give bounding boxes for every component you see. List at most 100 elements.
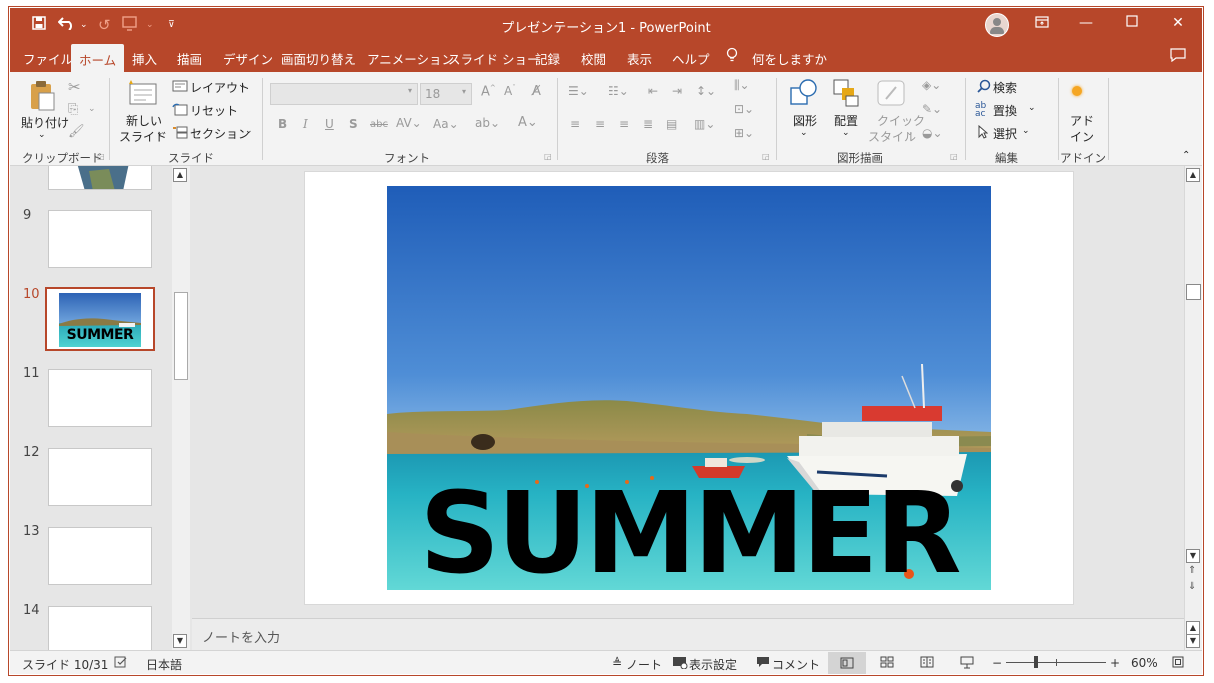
paste-icon[interactable]: [28, 79, 56, 114]
zoom-level[interactable]: 60%: [1131, 656, 1158, 670]
copy-icon[interactable]: ⎘: [68, 102, 78, 117]
find-button[interactable]: 検索: [993, 79, 1017, 96]
scroll-thumb[interactable]: [1186, 284, 1201, 300]
align-center-icon[interactable]: ≡: [595, 117, 605, 131]
slide-thumbnail[interactable]: [48, 166, 152, 190]
slide-thumbnail[interactable]: [48, 606, 152, 650]
addins-icon[interactable]: [1072, 86, 1082, 96]
tab-insert[interactable]: 挿入: [132, 49, 157, 68]
slide-thumbnail[interactable]: [48, 527, 152, 585]
previous-slide-icon[interactable]: ⇑: [1188, 566, 1196, 576]
scroll-down-icon[interactable]: ▼: [173, 634, 187, 648]
comments-button[interactable]: コメント: [772, 656, 820, 673]
comment-icon[interactable]: [1170, 48, 1186, 65]
smartart-icon[interactable]: ⊞⌄: [734, 126, 754, 140]
display-settings-icon[interactable]: [672, 656, 688, 672]
cut-icon[interactable]: ✂: [68, 78, 81, 96]
shape-fill-icon[interactable]: ◈⌄: [922, 78, 941, 92]
tab-review[interactable]: 校閲: [581, 49, 606, 68]
slide-thumbnail[interactable]: [48, 210, 152, 268]
bullets-icon[interactable]: ☰⌄: [568, 84, 589, 98]
increase-font-size-icon[interactable]: A^: [481, 84, 496, 99]
avatar[interactable]: [985, 13, 1009, 37]
align-text-icon[interactable]: ⊡⌄: [734, 102, 754, 116]
decrease-font-size-icon[interactable]: Aˇ: [504, 84, 516, 98]
slideshow-icon[interactable]: [960, 656, 974, 672]
slide-photo[interactable]: SUMMER: [387, 186, 991, 590]
notes-button[interactable]: ノート: [626, 656, 662, 673]
reading-view-icon[interactable]: [920, 656, 934, 671]
zoom-slider-thumb[interactable]: [1034, 656, 1038, 668]
reset-button[interactable]: リセット: [190, 102, 238, 119]
minimize-icon[interactable]: —: [1076, 15, 1096, 35]
slide-thumbnail-selected[interactable]: SUMMER: [45, 287, 155, 351]
slide-thumbnail[interactable]: [48, 448, 152, 506]
decrease-indent-icon[interactable]: ⇤: [648, 84, 658, 98]
normal-view-button[interactable]: [828, 652, 866, 674]
character-spacing-icon[interactable]: AV⌄: [396, 116, 422, 130]
slide-headline[interactable]: SUMMER: [387, 478, 991, 590]
tab-slideshow[interactable]: スライド ショー: [448, 49, 539, 68]
tell-me-box[interactable]: 何をしますか: [752, 49, 827, 68]
replace-dropdown-icon[interactable]: ⌄: [1028, 103, 1036, 113]
distributed-icon[interactable]: ▤: [666, 117, 677, 131]
align-right-icon[interactable]: ≡: [619, 117, 629, 131]
paragraph-launcher-icon[interactable]: ◲: [762, 152, 770, 161]
comments-icon[interactable]: [756, 656, 770, 671]
replace-icon[interactable]: ab ac: [975, 102, 986, 119]
section-icon[interactable]: [172, 126, 188, 142]
format-painter-icon[interactable]: 🖌: [68, 124, 85, 139]
section-dropdown-icon[interactable]: ⌄: [245, 126, 253, 136]
slide-thumbnail[interactable]: [48, 369, 152, 427]
scroll-thumb[interactable]: [174, 292, 188, 380]
slide-scrollbar[interactable]: ▲ ▼ ⇑ ⇓ ▲ ▼: [1184, 166, 1202, 650]
font-family-combo[interactable]: [270, 83, 418, 105]
next-slide-icon[interactable]: ⇓: [1188, 582, 1196, 592]
paste-dropdown-icon[interactable]: ⌄: [38, 130, 46, 140]
strikethrough-icon[interactable]: abc: [370, 119, 388, 130]
notes-icon[interactable]: ≜: [612, 656, 622, 670]
paste-button[interactable]: 貼り付け: [21, 114, 69, 131]
tab-help[interactable]: ヘルプ: [672, 49, 710, 68]
search-icon[interactable]: [977, 79, 991, 96]
font-color-icon[interactable]: A⌄: [518, 115, 538, 130]
tab-record[interactable]: 記録: [535, 49, 560, 68]
line-spacing-icon[interactable]: ↕⌄: [696, 84, 716, 98]
scroll-up-icon[interactable]: ▲: [173, 168, 187, 182]
change-case-icon[interactable]: Aa⌄: [433, 117, 459, 131]
select-cursor-icon[interactable]: [978, 124, 989, 142]
tab-home[interactable]: ホーム: [71, 44, 125, 72]
numbering-icon[interactable]: ☷⌄: [608, 84, 629, 98]
text-direction-icon[interactable]: ⫼⌄: [734, 78, 750, 93]
clear-formatting-icon[interactable]: A̸: [532, 84, 541, 99]
quick-styles-label-1[interactable]: クイック: [877, 112, 925, 129]
notes-scroll-up-icon[interactable]: ▲: [1186, 621, 1200, 635]
increase-indent-icon[interactable]: ⇥: [672, 84, 682, 98]
addins-label-1[interactable]: アド: [1070, 112, 1094, 129]
font-size-combo[interactable]: 18 ▾: [420, 83, 472, 105]
shape-effects-icon[interactable]: ◒⌄: [922, 126, 943, 140]
tab-transitions[interactable]: 画面切り替え: [281, 49, 356, 68]
zoom-out-icon[interactable]: −: [992, 656, 1002, 670]
maximize-icon[interactable]: [1122, 15, 1142, 35]
quick-styles-dropdown-icon[interactable]: ⌄: [906, 128, 914, 138]
shape-outline-icon[interactable]: ✎⌄: [922, 102, 942, 116]
columns-icon[interactable]: ▥⌄: [694, 117, 715, 131]
spellcheck-icon[interactable]: [114, 656, 128, 671]
section-button[interactable]: セクション: [190, 125, 250, 142]
shapes-dropdown-icon[interactable]: ⌄: [800, 128, 808, 138]
scroll-up-icon[interactable]: ▲: [1186, 168, 1200, 182]
zoom-in-icon[interactable]: +: [1110, 656, 1120, 670]
reset-icon[interactable]: [172, 103, 188, 119]
tab-file[interactable]: ファイル: [23, 49, 73, 68]
tab-design[interactable]: デザイン: [223, 49, 273, 68]
replace-button[interactable]: 置換: [993, 102, 1017, 119]
shapes-button[interactable]: 図形: [793, 112, 817, 129]
fit-to-window-icon[interactable]: [1172, 656, 1184, 671]
arrange-dropdown-icon[interactable]: ⌄: [842, 128, 850, 138]
bold-icon[interactable]: B: [278, 117, 287, 131]
font-family-dropdown-icon[interactable]: ▾: [408, 86, 412, 95]
font-launcher-icon[interactable]: ◲: [544, 152, 552, 161]
drawing-launcher-icon[interactable]: ◲: [950, 152, 958, 161]
select-button[interactable]: 選択: [993, 125, 1017, 142]
